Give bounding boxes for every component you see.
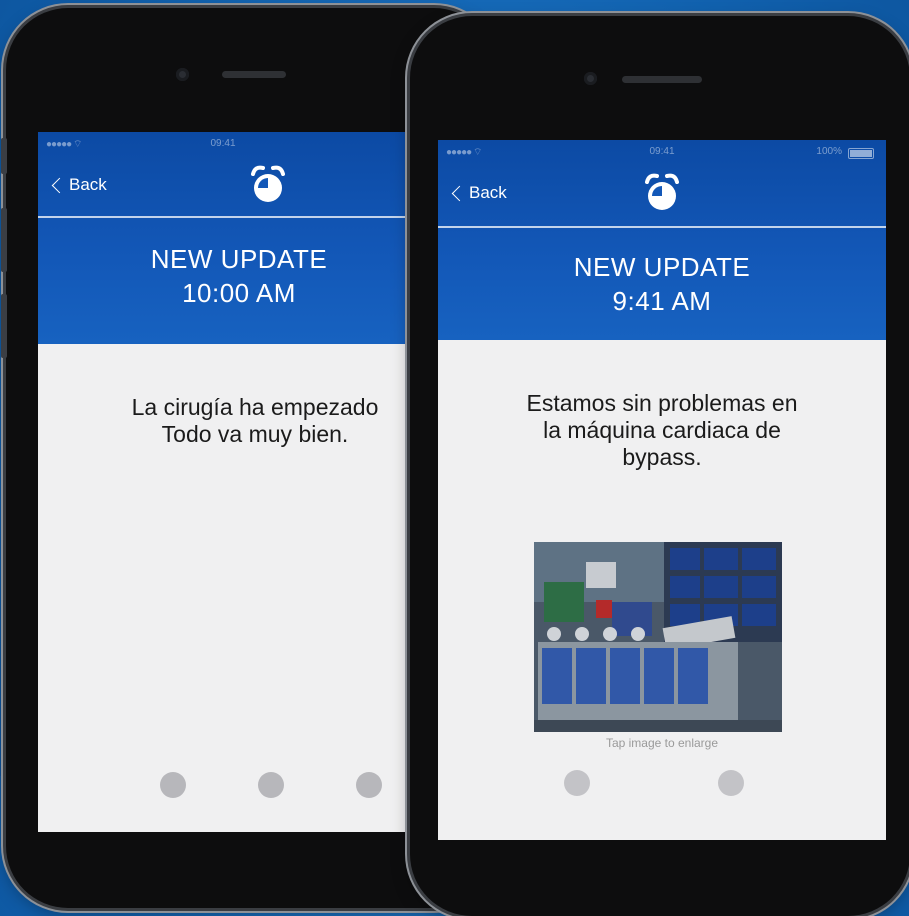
update-time: 10:00 AM	[182, 278, 296, 308]
page-dot[interactable]	[564, 770, 590, 796]
back-button[interactable]: Back	[450, 182, 507, 204]
update-photo[interactable]	[534, 542, 782, 732]
message-line: La cirugía ha empezado	[131, 394, 379, 420]
side-button	[1, 138, 7, 174]
nav-divider	[38, 216, 408, 218]
screen-left: ●●●●● ⌔ 09:41 Back NEW UPDATE 10:00 AM L…	[38, 132, 408, 832]
message-text: La cirugía ha empezado Todo va muy bien.	[62, 394, 408, 448]
back-label: Back	[69, 175, 107, 194]
message-text: Estamos sin problemas en la máquina card…	[438, 390, 886, 471]
back-button[interactable]: Back	[50, 174, 107, 196]
page-dot[interactable]	[718, 770, 744, 796]
nav-bar: Back	[38, 156, 408, 216]
chevron-left-icon	[51, 177, 68, 193]
side-button	[1, 294, 7, 358]
phone-right: ●●●●● ⌔ 09:41 100% Back NEW UPDATE 9:41 …	[410, 16, 909, 916]
camera	[584, 72, 597, 85]
status-time: 09:41	[649, 146, 675, 157]
status-time: 09:41	[210, 138, 236, 149]
status-bar: ●●●●● ⌔ 09:41	[46, 138, 400, 152]
screen-right: ●●●●● ⌔ 09:41 100% Back NEW UPDATE 9:41 …	[438, 140, 886, 840]
status-bar: ●●●●● ⌔ 09:41 100%	[446, 146, 878, 160]
update-time: 9:41 AM	[612, 286, 712, 316]
header: ●●●●● ⌔ 09:41 Back NEW UPDATE 10:00 AM	[38, 132, 408, 344]
speaker	[622, 76, 702, 83]
header: ●●●●● ⌔ 09:41 100% Back NEW UPDATE 9:41 …	[438, 140, 886, 340]
battery-percent: 100%	[816, 146, 842, 157]
side-button	[1, 208, 7, 272]
message-line: Todo va muy bien.	[161, 421, 349, 447]
bypass-machine-photo	[534, 542, 782, 732]
message-line: la máquina cardiaca de	[543, 417, 781, 443]
nav-divider	[438, 226, 886, 228]
message-line: bypass.	[622, 444, 702, 470]
update-title: NEW UPDATE	[573, 252, 751, 282]
alarm-clock-icon	[251, 165, 285, 202]
alarm-clock-icon	[645, 173, 679, 210]
battery-icon	[848, 148, 874, 159]
chevron-left-icon	[451, 185, 468, 201]
update-title: NEW UPDATE	[150, 244, 328, 274]
image-caption: Tap image to enlarge	[605, 736, 719, 750]
message-line: Estamos sin problemas en	[526, 390, 798, 416]
nav-bar: Back	[438, 164, 886, 224]
camera	[176, 68, 189, 81]
back-label: Back	[469, 183, 507, 202]
speaker	[222, 71, 286, 78]
update-header: NEW UPDATE 9:41 AM	[438, 250, 886, 318]
update-header: NEW UPDATE 10:00 AM	[38, 242, 408, 310]
